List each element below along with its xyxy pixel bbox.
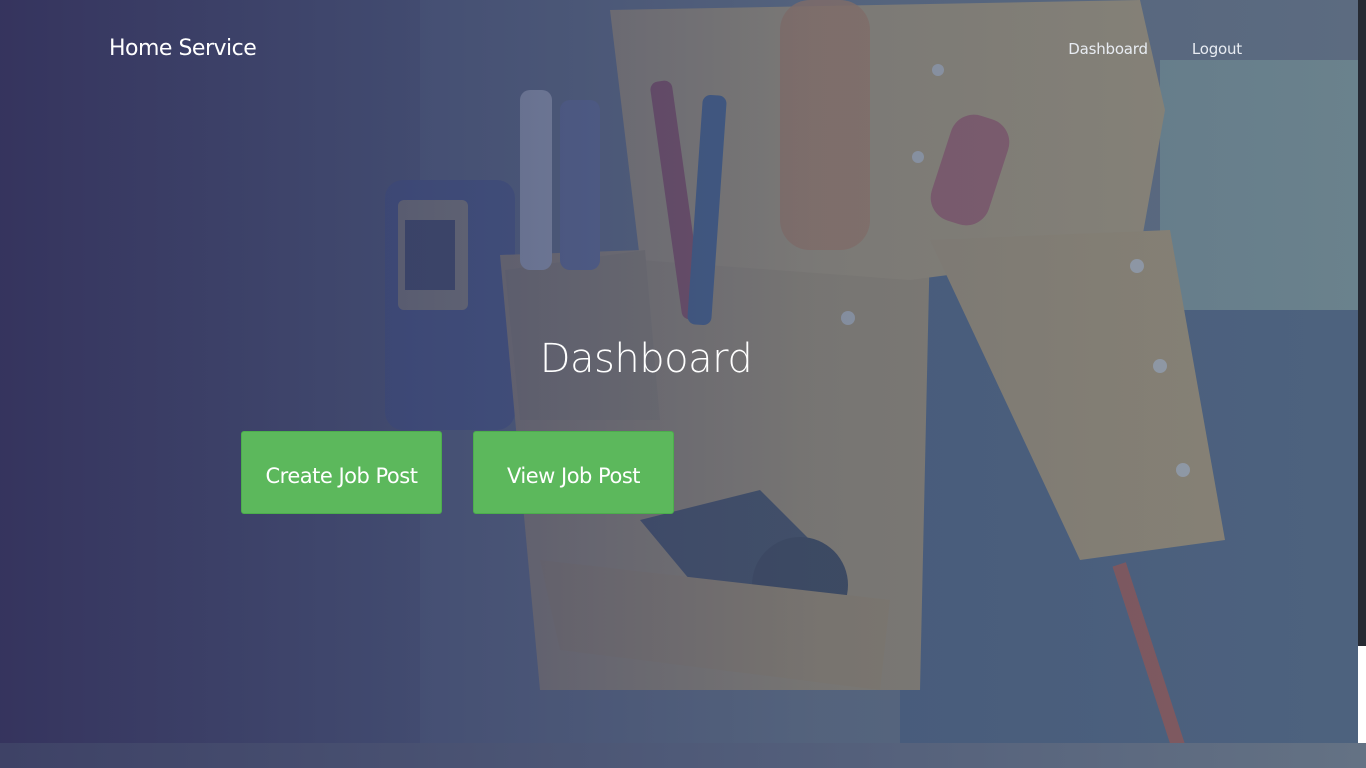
scrollbar-corner (1358, 646, 1366, 743)
top-nav: Dashboard Logout (1068, 40, 1242, 58)
page-title: Dashboard (539, 336, 753, 382)
nav-link-dashboard[interactable]: Dashboard (1068, 40, 1148, 58)
next-section-edge (0, 743, 1366, 768)
create-job-post-button[interactable]: Create Job Post (241, 431, 442, 514)
nav-link-logout[interactable]: Logout (1192, 40, 1242, 58)
page: Home Service Dashboard Logout Dashboard … (0, 0, 1366, 768)
view-job-post-button[interactable]: View Job Post (473, 431, 674, 514)
scrollbar-track[interactable] (1358, 0, 1366, 646)
brand-link[interactable]: Home Service (109, 36, 257, 61)
